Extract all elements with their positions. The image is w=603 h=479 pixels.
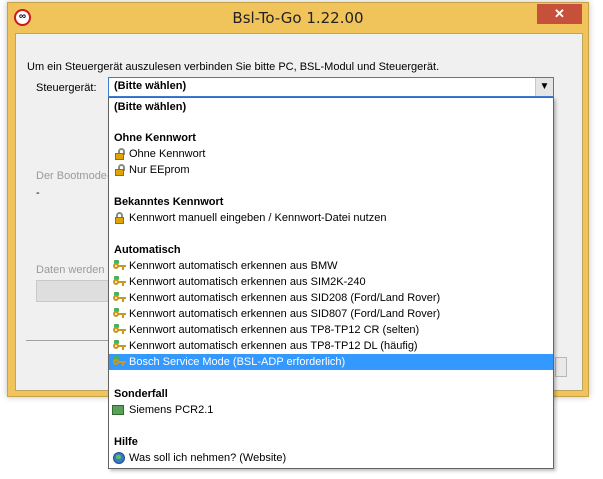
dropdown-item[interactable]: Nur EEprom [109,162,553,178]
dropdown-item-label: Ohne Kennwort [129,148,206,160]
dropdown-group-header: Hilfe [109,434,553,450]
dropdown-item[interactable]: Was soll ich nehmen? (Website) [109,450,553,466]
dropdown-item-label: Nur EEprom [129,164,190,176]
dropdown-item-label: Kennwort automatisch erkennen aus TP8-TP… [129,324,420,336]
dropdown-item[interactable]: Kennwort automatisch erkennen aus TP8-TP… [109,338,553,354]
dropdown-item-label: Kennwort manuell eingeben / Kennwort-Dat… [129,212,387,224]
dropdown-group-header: Sonderfall [109,386,553,402]
dropdown-item-label: Bosch Service Mode (BSL-ADP erforderlich… [129,356,346,368]
dropdown-item[interactable]: Kennwort automatisch erkennen aus SID807… [109,306,553,322]
device-select-value: (Bitte wählen) [114,80,187,92]
dropdown-item-selected[interactable]: Bosch Service Mode (BSL-ADP erforderlich… [109,354,553,370]
dropdown-item-label: Ohne Kennwort [114,132,196,144]
dropdown-item[interactable]: Kennwort automatisch erkennen aus BMW [109,258,553,274]
unlocked-padlock-icon [113,148,126,160]
device-select[interactable]: (Bitte wählen) ▼ [108,77,554,97]
action-button[interactable] [555,357,567,377]
unlocked-padlock-icon [113,164,126,176]
dropdown-item-label: Bekanntes Kennwort [114,196,224,208]
dropdown-item[interactable]: Kennwort manuell eingeben / Kennwort-Dat… [109,210,553,226]
device-dropdown-list[interactable]: (Bitte wählen) Ohne Kennwort Ohne Kennwort… [108,97,554,469]
chip-icon [112,405,124,415]
dropdown-item[interactable]: Siemens PCR2.1 [109,402,553,418]
dropdown-item-label: Kennwort automatisch erkennen aus TP8-TP… [129,340,418,352]
dropdown-item-label: Hilfe [114,436,138,448]
key-icon [113,260,126,272]
intro-text: Um ein Steuergerät auszulesen verbinden … [27,61,440,73]
dropdown-group-header: Bekanntes Kennwort [109,194,553,210]
globe-icon [113,452,125,464]
bootmode-value: - [36,187,40,199]
dropdown-item[interactable]: Kennwort automatisch erkennen aus TP8-TP… [109,322,553,338]
chevron-down-icon[interactable]: ▼ [535,78,553,96]
dropdown-item-label: Automatisch [114,244,181,256]
dropdown-item-label: Was soll ich nehmen? (Website) [129,452,287,464]
key-icon [113,356,126,368]
dropdown-group-header: Ohne Kennwort [109,130,553,146]
dropdown-item[interactable]: Ohne Kennwort [109,146,553,162]
key-icon [113,324,126,336]
key-icon [113,276,126,288]
progress-field [36,280,118,302]
dropdown-item[interactable]: Kennwort automatisch erkennen aus SID208… [109,290,553,306]
key-icon [113,340,126,352]
dropdown-item-label: Siemens PCR2.1 [129,404,214,416]
bootmode-label: Der Bootmode- [36,170,111,182]
dropdown-item-placeholder[interactable]: (Bitte wählen) [109,99,553,115]
dropdown-item-label: Kennwort automatisch erkennen aus SIM2K-… [129,276,366,288]
key-icon [113,308,126,320]
title-bar[interactable]: ∞ Bsl-To-Go 1.22.00 ✕ [8,3,588,33]
key-icon [113,292,126,304]
dropdown-item[interactable]: Kennwort automatisch erkennen aus SIM2K-… [109,274,553,290]
dropdown-item-label: Kennwort automatisch erkennen aus SID807… [129,308,441,320]
dropdown-item-label: Kennwort automatisch erkennen aus BMW [129,260,338,272]
dropdown-group-header: Automatisch [109,242,553,258]
locked-padlock-icon [113,212,126,224]
divider [26,340,110,341]
close-button[interactable]: ✕ [537,4,582,24]
data-status-label: Daten werden g [36,264,114,276]
dropdown-item-label: (Bitte wählen) [114,101,187,113]
device-label: Steuergerät: [36,82,97,94]
dropdown-item-label: Kennwort automatisch erkennen aus SID208… [129,292,441,304]
dropdown-item-label: Sonderfall [114,388,168,400]
window-title: Bsl-To-Go 1.22.00 [232,9,364,27]
